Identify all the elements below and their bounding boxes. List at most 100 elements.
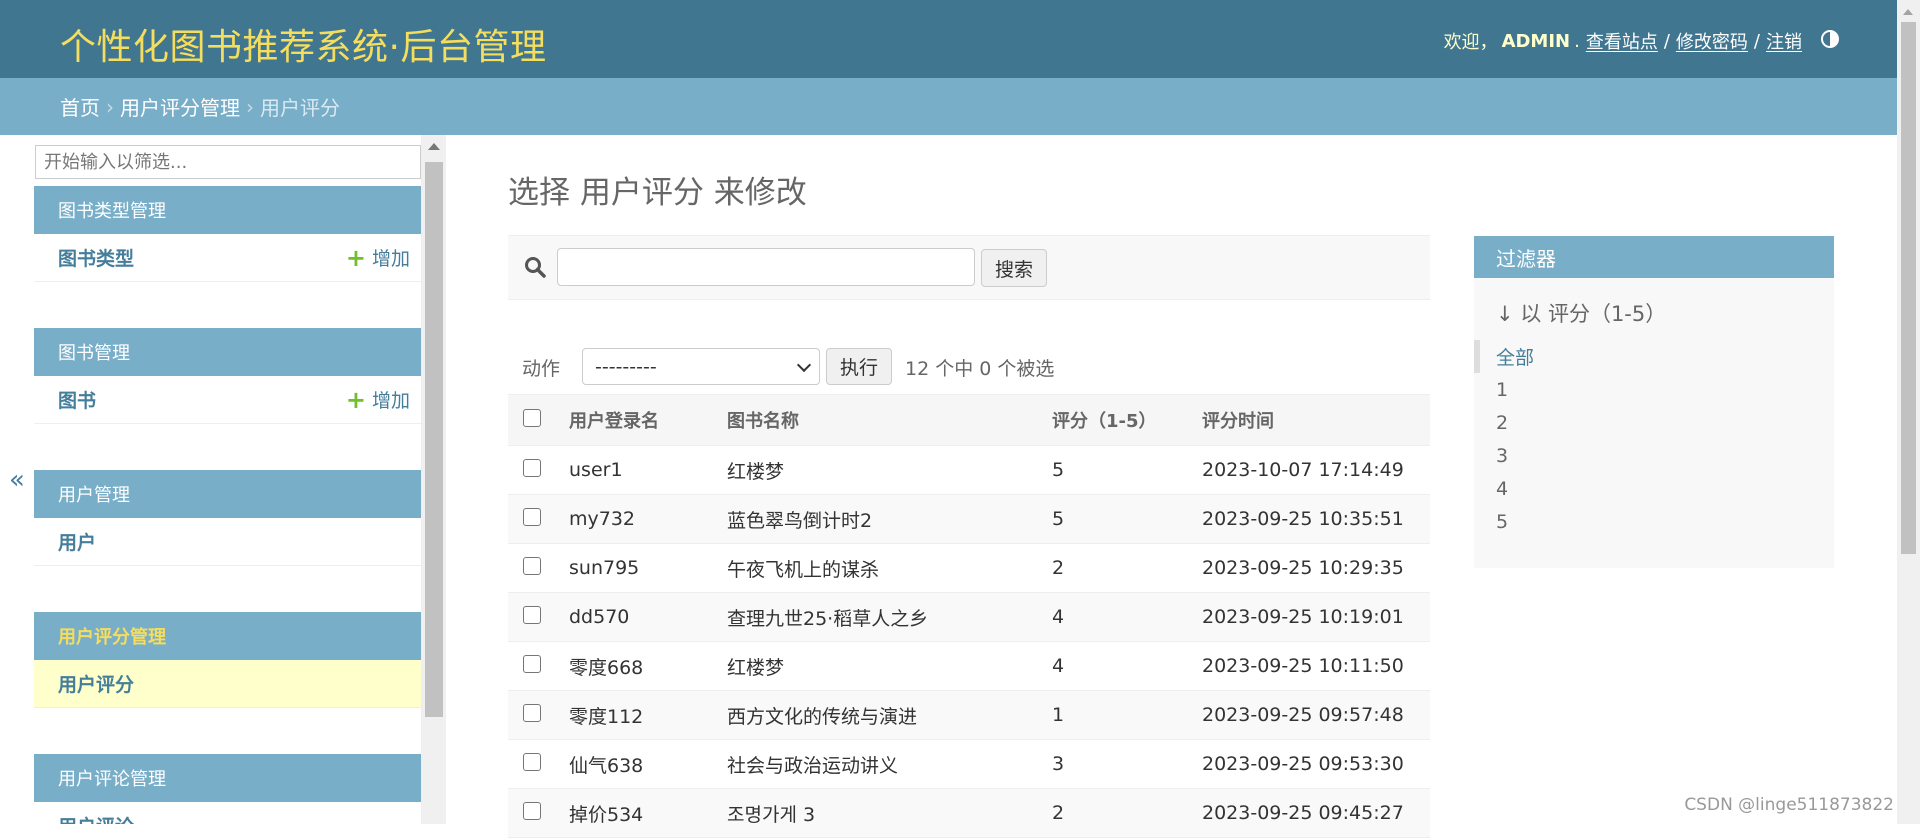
- table-row: 仙气638 社会与政治运动讲义 3 2023-09-25 09:53:30: [508, 739, 1430, 789]
- model-link[interactable]: 图书类型: [58, 244, 134, 271]
- row-checkbox[interactable]: [523, 654, 541, 673]
- row-checkbox[interactable]: [523, 507, 541, 526]
- module-ratings: 用户评分管理 用户评分: [34, 612, 421, 708]
- cell-book: 午夜飞机上的谋杀: [727, 543, 1052, 593]
- table-row: 零度112 西方文化的传统与演进 1 2023-09-25 09:57:48: [508, 690, 1430, 740]
- username: ADMIN: [1501, 30, 1571, 52]
- breadcrumb-separator: ›: [106, 94, 114, 119]
- site-title[interactable]: 个性化图书推荐系统·后台管理: [60, 18, 546, 70]
- breadcrumb-home[interactable]: 首页: [60, 92, 100, 121]
- column-header[interactable]: 图书名称: [727, 394, 1052, 446]
- row-checkbox-cell: [508, 690, 569, 740]
- module-books: 图书管理 图书 + 增加: [34, 328, 421, 424]
- row-checkbox-cell: [508, 739, 569, 789]
- column-header[interactable]: 评分（1-5）: [1052, 394, 1202, 446]
- model-link[interactable]: 用户: [58, 528, 96, 555]
- cell-username[interactable]: 掉价534: [569, 788, 727, 838]
- row-checkbox[interactable]: [523, 605, 541, 624]
- watermark: CSDN @linge511873822: [1684, 795, 1894, 815]
- module-caption[interactable]: 图书类型管理: [34, 186, 421, 234]
- change-password-link[interactable]: 修改密码: [1676, 28, 1748, 54]
- header: 个性化图书推荐系统·后台管理 欢迎， ADMIN. 查看站点 / 修改密码 / …: [0, 0, 1897, 78]
- action-select[interactable]: ---------: [582, 348, 820, 385]
- cell-rating: 4: [1052, 592, 1202, 642]
- cell-username[interactable]: 零度112: [569, 690, 727, 740]
- module-caption[interactable]: 用户评分管理: [34, 612, 421, 660]
- page-scrollbar[interactable]: [1897, 0, 1920, 824]
- cell-rating: 2: [1052, 543, 1202, 593]
- view-site-link[interactable]: 查看站点: [1586, 28, 1658, 54]
- cell-username[interactable]: 零度668: [569, 641, 727, 691]
- cell-time: 2023-09-25 10:29:35: [1202, 543, 1430, 593]
- row-checkbox[interactable]: [523, 703, 541, 722]
- table-header-row: 用户登录名 图书名称 评分（1-5） 评分时间: [508, 394, 1430, 446]
- select-all-checkbox[interactable]: [523, 408, 541, 427]
- search-button[interactable]: 搜索: [981, 249, 1047, 287]
- row-checkbox-cell: [508, 494, 569, 544]
- sidebar-scrollbar[interactable]: [422, 135, 446, 824]
- action-counter: 12 个中 0 个被选: [905, 358, 1055, 380]
- add-link[interactable]: + 增加: [346, 386, 410, 414]
- add-link[interactable]: + 增加: [346, 244, 410, 272]
- nav-filter-input[interactable]: [35, 145, 421, 179]
- model-link[interactable]: 用户评分: [58, 670, 134, 697]
- cell-rating: 5: [1052, 494, 1202, 544]
- filter-heading[interactable]: ↓ 以 评分（1-5）: [1496, 298, 1666, 328]
- chevron-down-icon: [796, 357, 812, 373]
- module-users: 用户管理 用户: [34, 470, 421, 566]
- breadcrumb-app[interactable]: 用户评分管理: [120, 92, 240, 121]
- filter-title: 过滤器: [1474, 236, 1834, 278]
- filter-option[interactable]: 5: [1474, 505, 1834, 538]
- nav-collapse-button[interactable]: «: [0, 135, 34, 824]
- column-header[interactable]: 评分时间: [1202, 394, 1430, 446]
- table-row: my732 蓝色翠鸟倒计时2 5 2023-09-25 10:35:51: [508, 494, 1430, 544]
- row-checkbox[interactable]: [523, 801, 541, 820]
- table-row: dd570 查理九世25·稻草人之乡 4 2023-09-25 10:19:01: [508, 592, 1430, 642]
- scrollbar-thumb[interactable]: [1901, 22, 1916, 554]
- row-checkbox-cell: [508, 592, 569, 642]
- model-link[interactable]: 用户评论: [58, 812, 134, 824]
- sidebar-item-books: 图书 + 增加: [34, 376, 421, 424]
- module-book-types: 图书类型管理 图书类型 + 增加: [34, 186, 421, 282]
- cell-time: 2023-09-25 09:57:48: [1202, 690, 1430, 740]
- row-checkbox[interactable]: [523, 752, 541, 771]
- filter-option[interactable]: 1: [1474, 373, 1834, 406]
- scrollbar-thumb[interactable]: [425, 162, 443, 717]
- cell-time: 2023-09-25 09:53:30: [1202, 739, 1430, 789]
- filter-option-all[interactable]: 全部: [1474, 340, 1834, 373]
- row-checkbox[interactable]: [523, 556, 541, 575]
- scroll-up-icon[interactable]: [1903, 9, 1913, 15]
- cell-username[interactable]: my732: [569, 494, 727, 544]
- cell-username[interactable]: user1: [569, 445, 727, 495]
- search-toolbar: 搜索: [508, 235, 1430, 300]
- filter-option[interactable]: 4: [1474, 472, 1834, 505]
- main-content: 选择 用户评分 来修改 搜索 动作 --------- 执行 12 个中 0 个…: [446, 135, 1897, 838]
- cell-username[interactable]: sun795: [569, 543, 727, 593]
- separator: /: [1753, 30, 1760, 52]
- filter-option[interactable]: 3: [1474, 439, 1834, 472]
- go-button[interactable]: 执行: [826, 348, 892, 385]
- theme-toggle-icon[interactable]: [1821, 30, 1839, 48]
- result-table: 用户登录名 图书名称 评分（1-5） 评分时间 user1 红楼梦 5 2023…: [508, 394, 1430, 838]
- scroll-up-icon[interactable]: [428, 143, 440, 150]
- module-caption[interactable]: 图书管理: [34, 328, 421, 376]
- module-caption[interactable]: 用户管理: [34, 470, 421, 518]
- filter-option[interactable]: 2: [1474, 406, 1834, 439]
- add-label: 增加: [371, 248, 410, 270]
- model-link[interactable]: 图书: [58, 386, 96, 413]
- column-header[interactable]: 用户登录名: [569, 394, 727, 446]
- search-input[interactable]: [557, 248, 975, 286]
- welcome-text: 欢迎，: [1443, 32, 1498, 53]
- logout-link[interactable]: 注销: [1766, 28, 1802, 54]
- cell-username[interactable]: dd570: [569, 592, 727, 642]
- cell-book: 红楼梦: [727, 641, 1052, 691]
- cell-rating: 4: [1052, 641, 1202, 691]
- cell-book: 蓝色翠鸟倒计时2: [727, 494, 1052, 544]
- cell-username[interactable]: 仙气638: [569, 739, 727, 789]
- add-label: 增加: [371, 390, 410, 412]
- module-caption[interactable]: 用户评论管理: [34, 754, 421, 802]
- cell-time: 2023-09-25 09:45:27: [1202, 788, 1430, 838]
- row-checkbox[interactable]: [523, 458, 541, 477]
- cell-time: 2023-09-25 10:11:50: [1202, 641, 1430, 691]
- table-row: 零度668 红楼梦 4 2023-09-25 10:11:50: [508, 641, 1430, 691]
